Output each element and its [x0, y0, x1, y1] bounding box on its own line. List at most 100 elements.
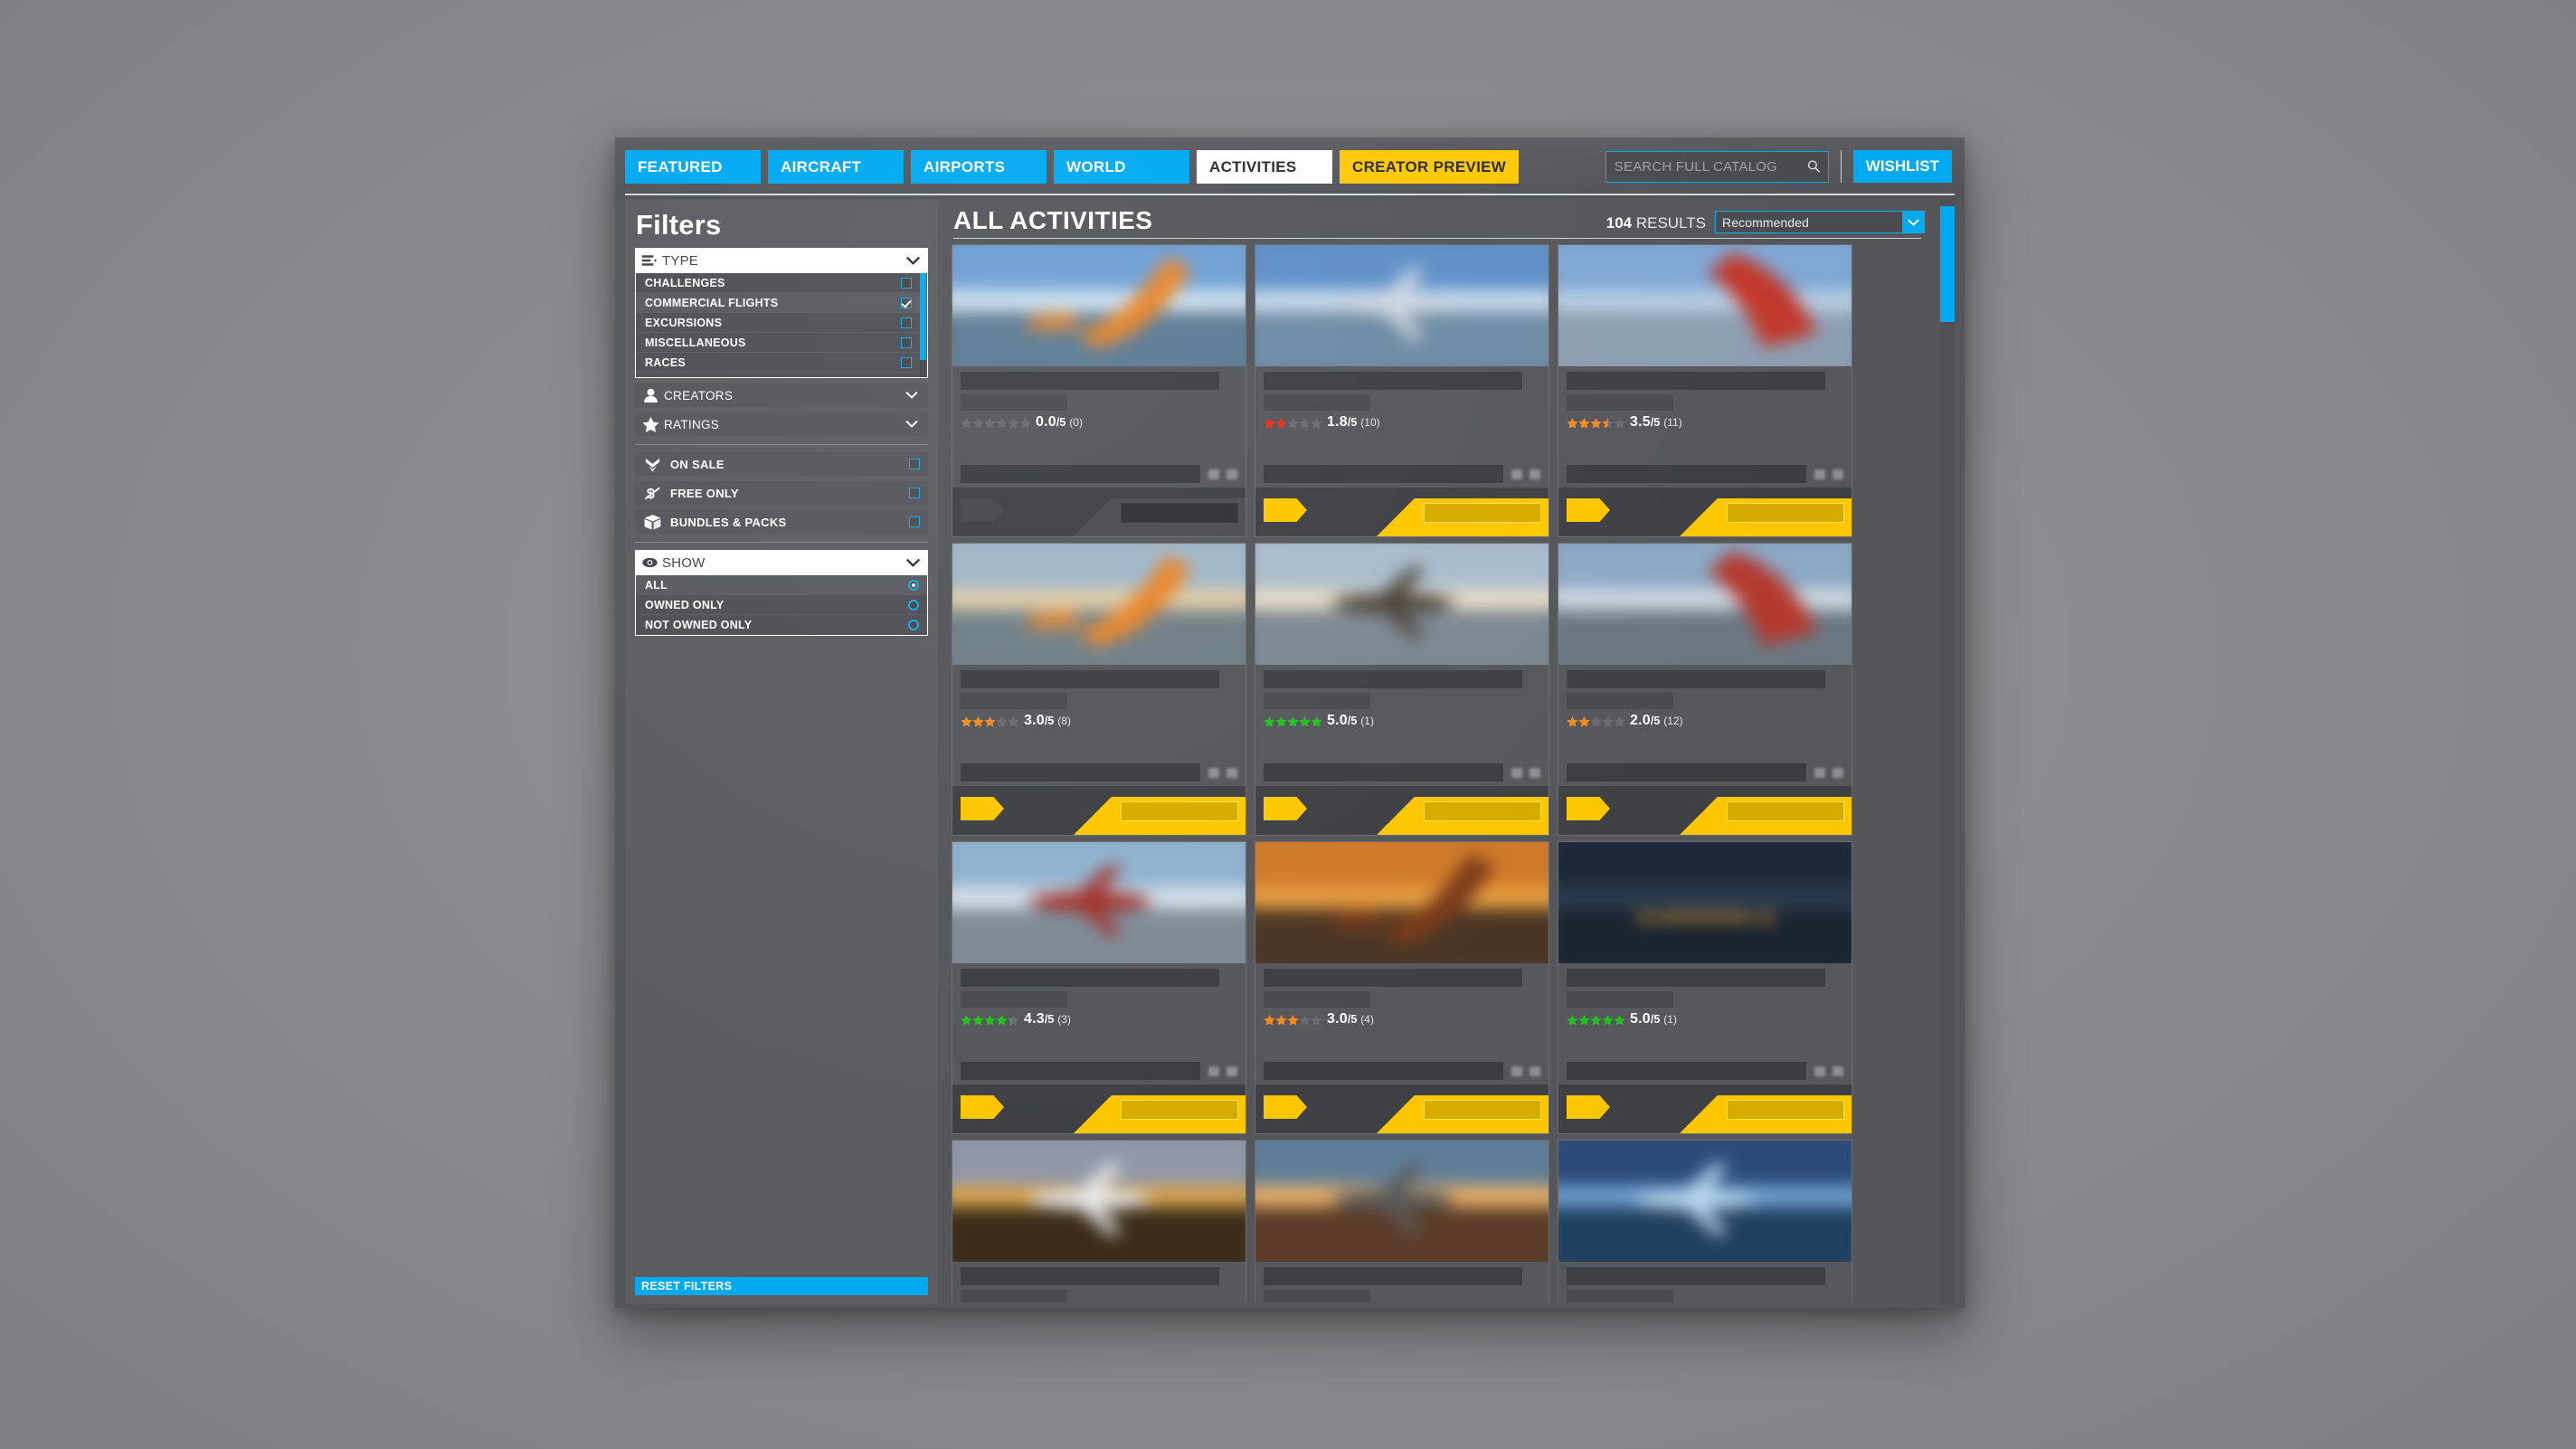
- activity-buy-button-inner: [1424, 801, 1541, 821]
- activity-buy-button[interactable]: [1074, 498, 1245, 536]
- type-option-excursions[interactable]: EXCURSIONS: [636, 313, 927, 333]
- activity-card[interactable]: 3.0/5 (4): [1255, 841, 1549, 1134]
- creator-preview-button[interactable]: CREATOR PREVIEW: [1340, 150, 1520, 184]
- rating-value: 3.5: [1630, 414, 1651, 430]
- nav-tab-airports[interactable]: AIRPORTS: [911, 150, 1046, 184]
- activity-price-placeholder: [961, 1062, 1200, 1080]
- activity-action-bar: [952, 488, 1245, 536]
- type-option-checkbox[interactable]: [901, 356, 912, 368]
- show-option-radio[interactable]: [908, 620, 919, 630]
- activity-buy-button[interactable]: [1377, 498, 1548, 536]
- filter-section-creators[interactable]: CREATORS: [635, 384, 928, 407]
- activity-buy-button-inner: [1424, 1100, 1541, 1120]
- activity-action-tag[interactable]: [1264, 1095, 1307, 1119]
- activity-buy-button-inner: [1424, 503, 1541, 523]
- rating-denominator: /5: [1650, 1013, 1661, 1026]
- activity-action-tag[interactable]: [961, 797, 1004, 820]
- rating-stars: [1567, 715, 1625, 727]
- reset-filters-button[interactable]: RESET FILTERS: [635, 1277, 928, 1295]
- activity-card[interactable]: 3.0/5 (8): [952, 543, 1246, 836]
- type-option-checkbox[interactable]: [901, 336, 912, 348]
- activity-card[interactable]: [952, 1140, 1246, 1302]
- activity-action-tag[interactable]: [1567, 498, 1610, 522]
- activity-subtitle-placeholder: [961, 693, 1067, 709]
- activity-buy-button[interactable]: [1680, 797, 1852, 835]
- type-option-races[interactable]: RACES: [636, 353, 927, 373]
- activity-buy-button[interactable]: [1074, 1095, 1245, 1133]
- marketplace-window: FEATURED AIRCRAFT AIRPORTS WORLD ACTIVITIES C…: [615, 137, 1965, 1308]
- activity-buy-button[interactable]: [1680, 1095, 1852, 1133]
- activity-card[interactable]: 0.0/5 (0): [952, 244, 1246, 537]
- activity-price-icons: [1208, 767, 1237, 778]
- rating-count: (1): [1663, 1013, 1677, 1026]
- activity-buy-button[interactable]: [1074, 797, 1245, 835]
- activity-action-tag[interactable]: [1264, 797, 1307, 820]
- activity-card[interactable]: 2.0/5 (12): [1558, 543, 1852, 836]
- nav-tab-world[interactable]: WORLD: [1054, 150, 1189, 184]
- page-title: ALL ACTIVITIES: [953, 206, 1153, 234]
- activity-thumbnail: [1255, 1141, 1548, 1262]
- filter-toggle-bundles-packs[interactable]: BUNDLES & PACKS: [635, 510, 928, 534]
- activity-card-body: 0.0/5 (0): [952, 366, 1245, 460]
- search-input[interactable]: [1605, 151, 1828, 182]
- rating-value: 4.3: [1024, 1011, 1045, 1027]
- type-option-checkbox[interactable]: [901, 297, 912, 308]
- activity-card[interactable]: 1.8/5 (10): [1255, 244, 1549, 537]
- type-option-commercial-flights[interactable]: COMMERCIAL FLIGHTS: [636, 293, 927, 313]
- sort-dropdown[interactable]: Recommended: [1715, 211, 1925, 233]
- activity-card[interactable]: 5.0/5 (1): [1255, 543, 1549, 836]
- activity-buy-button-inner: [1121, 1100, 1238, 1120]
- nav-tab-activities[interactable]: ACTIVITIES: [1197, 150, 1332, 184]
- type-list-scroll-thumb[interactable]: [920, 273, 926, 360]
- activity-price-row: [952, 759, 1245, 786]
- activity-action-tag[interactable]: [1567, 1095, 1610, 1119]
- activity-title-placeholder: [961, 670, 1219, 688]
- show-option-owned-only[interactable]: OWNED ONLY: [636, 595, 927, 615]
- activity-action-tag[interactable]: [1264, 498, 1307, 522]
- filter-section-ratings[interactable]: RATINGS: [635, 412, 928, 436]
- results-scrollbar-thumb[interactable]: [1940, 206, 1955, 322]
- type-option-miscellaneous[interactable]: MISCELLANEOUS: [636, 333, 927, 353]
- double-chevron-down-icon: [642, 456, 662, 472]
- show-option-label: NOT OWNED ONLY: [645, 619, 753, 631]
- activity-subtitle-placeholder: [1567, 1290, 1673, 1302]
- activity-card[interactable]: [1255, 1140, 1549, 1302]
- search-box[interactable]: [1605, 150, 1829, 183]
- no-money-icon: $: [642, 485, 662, 501]
- activity-title-placeholder: [1264, 969, 1522, 987]
- filter-toggle-on-sale[interactable]: ON SALE: [635, 452, 928, 476]
- filter-toggle-checkbox[interactable]: [909, 459, 920, 469]
- activity-action-bar: [1255, 488, 1548, 536]
- show-option-not-owned-only[interactable]: NOT OWNED ONLY: [636, 615, 927, 635]
- activity-title-placeholder: [1567, 670, 1825, 688]
- price-icon: [1814, 1065, 1825, 1076]
- show-option-radio[interactable]: [908, 579, 919, 591]
- wishlist-button[interactable]: WISHLIST: [1852, 150, 1952, 183]
- activity-buy-button[interactable]: [1680, 498, 1852, 536]
- activity-action-tag[interactable]: [961, 498, 1004, 522]
- activity-buy-button[interactable]: [1377, 797, 1548, 835]
- activity-card[interactable]: 3.5/5 (11): [1558, 244, 1852, 537]
- show-section-header[interactable]: SHOW: [635, 550, 928, 575]
- type-option-checkbox[interactable]: [901, 317, 912, 328]
- type-option-checkbox[interactable]: [901, 277, 912, 289]
- filter-toggle-checkbox[interactable]: [909, 488, 920, 498]
- results-scrollbar-track[interactable]: [1940, 199, 1955, 1304]
- activity-card[interactable]: [1558, 1140, 1852, 1302]
- activity-price-icons: [1814, 469, 1843, 479]
- activity-card-body: 2.0/5 (12): [1558, 665, 1852, 759]
- activity-card[interactable]: 4.3/5 (3): [952, 841, 1246, 1134]
- activity-thumbnail: [1255, 842, 1548, 963]
- show-option-radio[interactable]: [908, 599, 919, 611]
- filter-toggle-checkbox[interactable]: [909, 516, 920, 527]
- nav-tab-aircraft[interactable]: AIRCRAFT: [768, 150, 904, 184]
- nav-tab-featured[interactable]: FEATURED: [625, 150, 761, 184]
- activity-action-tag[interactable]: [1567, 797, 1610, 820]
- type-section-header[interactable]: TYPE: [635, 248, 928, 273]
- activity-action-tag[interactable]: [961, 1095, 1004, 1119]
- type-option-challenges[interactable]: CHALLENGES: [636, 273, 927, 293]
- filter-toggle-free-only[interactable]: $ FREE ONLY: [635, 481, 928, 505]
- activity-buy-button[interactable]: [1377, 1095, 1548, 1133]
- show-option-all[interactable]: ALL: [636, 575, 927, 595]
- activity-card[interactable]: 5.0/5 (1): [1558, 841, 1852, 1134]
